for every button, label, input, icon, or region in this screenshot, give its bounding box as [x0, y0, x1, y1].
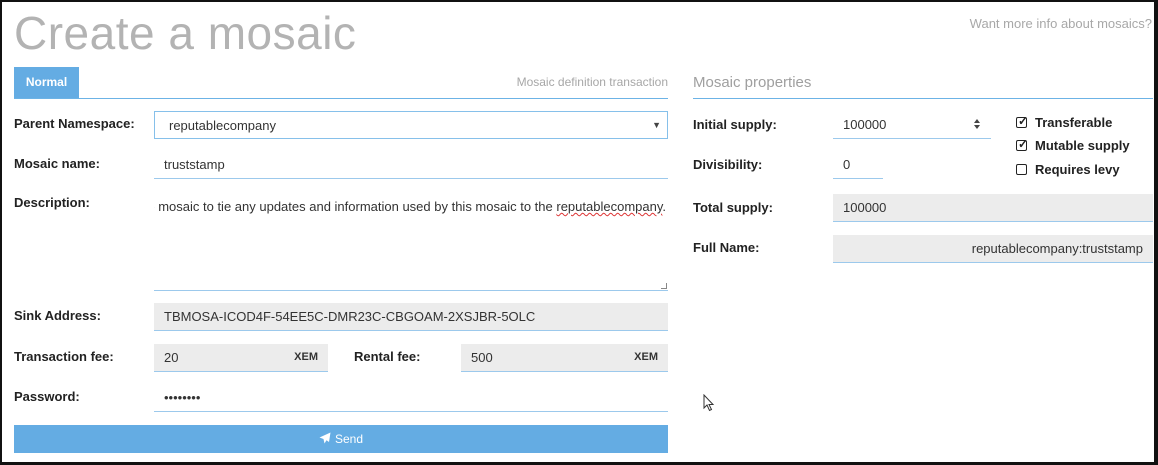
properties-title: Mosaic properties	[693, 74, 812, 91]
checkbox-checked-icon: ✓	[1016, 137, 1029, 151]
page-title: Create a mosaic	[14, 7, 357, 59]
tab-caption: Mosaic definition transaction	[516, 75, 668, 89]
divisibility-value: 0	[843, 157, 851, 172]
full-name-field: reputablecompany:truststamp	[833, 235, 1153, 263]
rental-fee-field: 500 XEM	[461, 344, 668, 372]
resize-grip-icon[interactable]	[661, 283, 667, 289]
spinner-icon[interactable]	[973, 118, 981, 130]
transaction-tabbar: Normal Mosaic definition transaction	[14, 67, 668, 99]
description-label: Description:	[14, 195, 90, 210]
description-text: tamp mosaic to tie any updates and infor…	[154, 199, 666, 214]
mosaic-name-input[interactable]: truststamp	[154, 151, 668, 179]
mouse-pointer-icon	[703, 394, 715, 412]
rental-fee-unit: XEM	[634, 351, 658, 363]
password-value: ••••••••	[164, 390, 201, 405]
transferable-checkbox[interactable]: ✓ Transferable	[1016, 114, 1112, 130]
transaction-fee-label: Transaction fee:	[14, 349, 114, 364]
initial-supply-label: Initial supply:	[693, 117, 777, 132]
send-button[interactable]: Send	[14, 425, 668, 453]
divisibility-label: Divisibility:	[693, 157, 763, 172]
total-supply-label: Total supply:	[693, 200, 773, 215]
mosaic-name-label: Mosaic name:	[14, 156, 100, 171]
initial-supply-input[interactable]: 100000	[833, 111, 991, 139]
mutable-supply-checkbox[interactable]: ✓ Mutable supply	[1016, 137, 1130, 153]
parent-namespace-label: Parent Namespace:	[14, 116, 135, 131]
sink-address-value: TBMOSA-ICOD4F-54EE5C-DMR23C-CBGOAM-2XSJB…	[164, 309, 536, 324]
properties-header: Mosaic properties	[693, 66, 1153, 99]
transaction-fee-field: 20 XEM	[154, 344, 328, 372]
full-name-label: Full Name:	[693, 240, 760, 255]
paper-plane-icon	[319, 432, 331, 444]
password-input[interactable]: ••••••••	[154, 384, 668, 412]
transaction-fee-value: 20	[164, 350, 179, 365]
initial-supply-value: 100000	[843, 117, 887, 132]
parent-namespace-select[interactable]: reputablecompany ▼	[154, 111, 668, 139]
mosaic-name-value: truststamp	[164, 157, 225, 172]
password-label: Password:	[14, 389, 80, 404]
total-supply-field: 100000	[833, 194, 1153, 222]
full-name-value: reputablecompany:truststamp	[971, 241, 1143, 256]
parent-namespace-value: reputablecompany	[169, 118, 276, 133]
chevron-down-icon: ▼	[652, 120, 661, 130]
divisibility-input[interactable]: 0	[833, 151, 883, 179]
rental-fee-label: Rental fee:	[354, 349, 421, 364]
description-textarea[interactable]: tamp mosaic to tie any updates and infor…	[154, 192, 668, 291]
send-label: Send	[334, 432, 364, 446]
total-supply-value: 100000	[843, 200, 887, 215]
sink-address-field: TBMOSA-ICOD4F-54EE5C-DMR23C-CBGOAM-2XSJB…	[154, 303, 668, 331]
sink-address-label: Sink Address:	[14, 308, 101, 323]
checkbox-unchecked-icon	[1016, 164, 1027, 175]
transaction-fee-unit: XEM	[294, 351, 318, 363]
info-link[interactable]: Want more info about mosaics?	[970, 16, 1152, 31]
spellcheck-word: reputablecompany	[556, 199, 663, 214]
checkbox-checked-icon: ✓	[1016, 114, 1029, 128]
tab-normal[interactable]: Normal	[14, 67, 79, 98]
rental-fee-value: 500	[471, 350, 493, 365]
requires-levy-checkbox[interactable]: Requires levy	[1016, 162, 1120, 177]
